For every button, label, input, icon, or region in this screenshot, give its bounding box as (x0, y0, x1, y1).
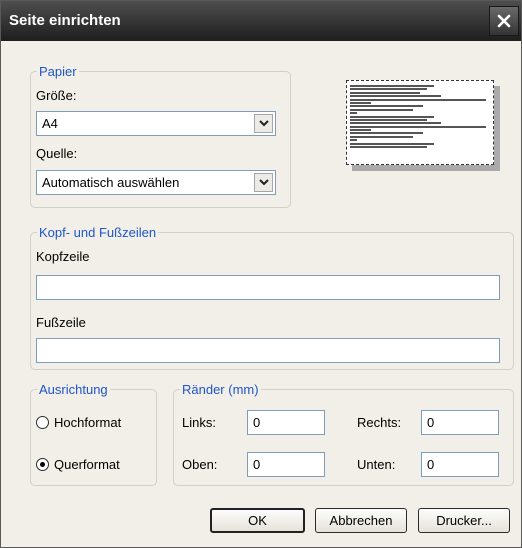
landscape-radio[interactable]: Querformat (36, 457, 120, 472)
right-margin-label: Rechts: (357, 415, 402, 430)
bottom-margin-input[interactable]: 0 (421, 452, 499, 477)
ok-button[interactable]: OK (210, 508, 305, 533)
size-select[interactable]: A4 (36, 111, 276, 136)
header-label: Kopfzeile (36, 249, 90, 264)
left-margin-label: Links: (182, 415, 216, 430)
source-select[interactable]: Automatisch auswählen (36, 170, 276, 195)
printer-button[interactable]: Drucker... (418, 508, 510, 533)
footer-label: Fußzeile (36, 315, 86, 330)
source-label: Quelle: (36, 146, 78, 161)
page-setup-dialog: Seite einrichten Papier Größe: A4 Quelle… (0, 0, 522, 548)
landscape-radio-circle[interactable] (36, 458, 49, 471)
left-margin-input[interactable]: 0 (247, 410, 325, 435)
chevron-down-icon (258, 179, 269, 186)
page-preview-icon (346, 80, 494, 165)
size-select-value: A4 (42, 116, 58, 131)
window-title: Seite einrichten (9, 12, 121, 29)
top-margin-label: Oben: (182, 457, 218, 472)
portrait-radio[interactable]: Hochformat (36, 415, 121, 430)
paper-legend: Papier (39, 64, 77, 79)
landscape-label: Querformat (54, 457, 120, 472)
margins-legend: Ränder (mm) (182, 382, 259, 397)
portrait-label: Hochformat (54, 415, 122, 430)
portrait-radio-circle[interactable] (36, 416, 49, 429)
orientation-legend: Ausrichtung (39, 382, 108, 397)
close-button[interactable] (489, 6, 519, 36)
right-margin-input[interactable]: 0 (421, 410, 499, 435)
title-bar[interactable]: Seite einrichten (1, 1, 521, 41)
close-icon (497, 14, 511, 28)
cancel-button[interactable]: Abbrechen (315, 508, 407, 533)
source-dropdown-button[interactable] (254, 173, 273, 192)
top-margin-input[interactable]: 0 (247, 452, 325, 477)
size-label: Größe: (36, 88, 77, 103)
header-input[interactable] (36, 275, 500, 300)
source-select-value: Automatisch auswählen (42, 175, 180, 190)
size-dropdown-button[interactable] (254, 114, 273, 133)
bottom-margin-label: Unten: (357, 457, 396, 472)
header-footer-legend: Kopf- und Fußzeilen (39, 225, 157, 240)
chevron-down-icon (258, 120, 269, 127)
footer-input[interactable] (36, 338, 500, 363)
